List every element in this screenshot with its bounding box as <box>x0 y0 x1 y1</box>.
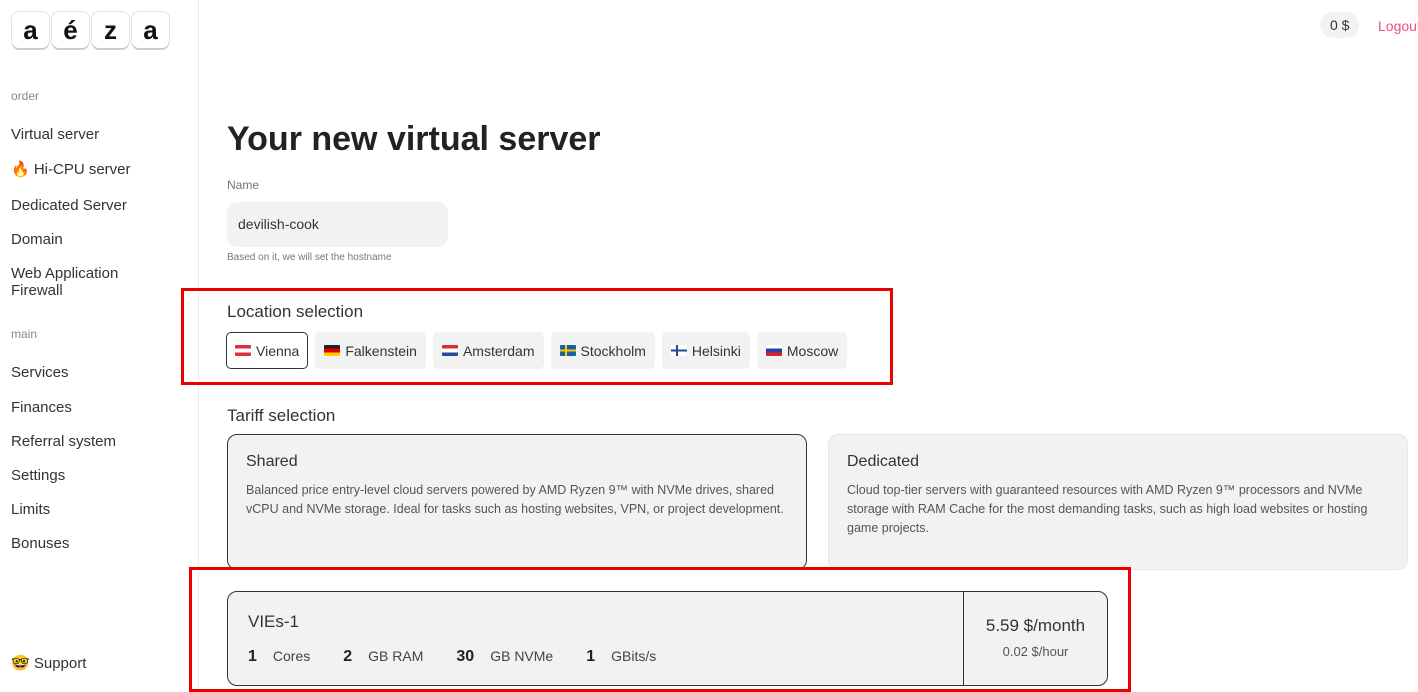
location-helsinki[interactable]: Helsinki <box>661 332 750 369</box>
sidebar-item-limits[interactable]: Limits <box>11 501 191 518</box>
sidebar-item-dedicated-server[interactable]: Dedicated Server <box>11 197 191 214</box>
tariff-title: Tariff selection <box>227 406 336 425</box>
netherlands-flag-icon <box>441 345 458 356</box>
plan-card[interactable]: VIEs-1 1 Cores 2 GB RAM 30 GB NVMe 1 GBits/s… <box>227 591 1108 686</box>
net-unit: GBits/s <box>611 648 657 664</box>
location-label: Helsinki <box>691 342 741 359</box>
section-label-main: main <box>11 327 38 341</box>
russia-flag-icon <box>765 345 782 356</box>
location-label: Vienna <box>256 342 300 359</box>
name-input[interactable]: devilish-cook <box>227 202 448 247</box>
plan-name: VIEs-1 <box>248 612 300 631</box>
net-value: 1 <box>586 648 596 665</box>
logo-key: a <box>12 12 49 48</box>
disk-unit: GB NVMe <box>490 648 554 664</box>
location-title: Location selection <box>227 302 364 321</box>
location-stockholm[interactable]: Stockholm <box>550 332 655 369</box>
location-label: Moscow <box>786 342 839 359</box>
location-label: Amsterdam <box>462 342 535 359</box>
location-label: Falkenstein <box>345 342 417 359</box>
plan-specs: 1 Cores 2 GB RAM 30 GB NVMe 1 GBits/s <box>248 648 943 666</box>
sidebar-item-hi-cpu-server[interactable]: 🔥 Hi-CPU server <box>11 161 191 178</box>
sidebar-item-bonuses[interactable]: Bonuses <box>11 535 191 552</box>
ram-unit: GB RAM <box>368 648 424 664</box>
location-moscow[interactable]: Moscow <box>756 332 848 369</box>
name-label: Name <box>227 178 260 192</box>
cores-value: 1 <box>248 648 257 665</box>
logo[interactable]: a é z a <box>12 12 169 48</box>
ram-value: 2 <box>343 648 353 665</box>
tariff-card-shared[interactable]: Shared Balanced price entry-level cloud … <box>227 434 807 570</box>
tariff-name: Dedicated <box>847 453 920 470</box>
germany-flag-icon <box>324 345 341 356</box>
sidebar-item-waf[interactable]: Web Application Firewall <box>11 265 161 299</box>
balance-badge[interactable]: 0 $ <box>1320 12 1360 38</box>
sweden-flag-icon <box>559 345 576 356</box>
tariff-card-dedicated[interactable]: Dedicated Cloud top-tier servers with gu… <box>828 434 1408 570</box>
sidebar-item-domain[interactable]: Domain <box>11 231 191 248</box>
sidebar: a é z a order Virtual server 🔥 Hi-CPU se… <box>0 0 199 692</box>
tariff-name: Shared <box>246 453 298 470</box>
location-vienna[interactable]: Vienna <box>226 332 309 369</box>
sidebar-item-virtual-server[interactable]: Virtual server <box>11 126 191 143</box>
austria-flag-icon <box>235 345 251 356</box>
page-title: Your new virtual server <box>227 120 601 158</box>
location-falkenstein[interactable]: Falkenstein <box>315 332 426 369</box>
sidebar-item-settings[interactable]: Settings <box>11 467 191 484</box>
sidebar-item-finances[interactable]: Finances <box>11 399 191 416</box>
sidebar-item-services[interactable]: Services <box>11 364 191 381</box>
logo-key: z <box>92 12 129 48</box>
finland-flag-icon <box>670 345 687 356</box>
price-month: 5.59 $/month <box>985 616 1086 635</box>
logo-key: a <box>132 12 169 48</box>
section-label-order: order <box>11 89 40 103</box>
tariff-description: Balanced price entry-level cloud servers… <box>246 483 784 516</box>
tariff-description: Cloud top-tier servers with guaranteed r… <box>847 483 1368 535</box>
sidebar-item-referral[interactable]: Referral system <box>11 433 191 450</box>
name-hint: Based on it, we will set the hostname <box>227 252 392 263</box>
sidebar-item-support[interactable]: 🤓 Support <box>11 655 191 672</box>
disk-value: 30 <box>456 648 475 665</box>
cores-unit: Cores <box>272 648 311 664</box>
location-list: Vienna Falkenstein Amsterdam Stockholm H… <box>226 332 848 369</box>
logout-link[interactable]: Logout <box>1378 18 1418 34</box>
logo-key: é <box>52 12 89 48</box>
location-label: Stockholm <box>580 342 646 359</box>
price-hour: 0.02 $/hour <box>1002 644 1069 659</box>
location-amsterdam[interactable]: Amsterdam <box>432 332 544 369</box>
